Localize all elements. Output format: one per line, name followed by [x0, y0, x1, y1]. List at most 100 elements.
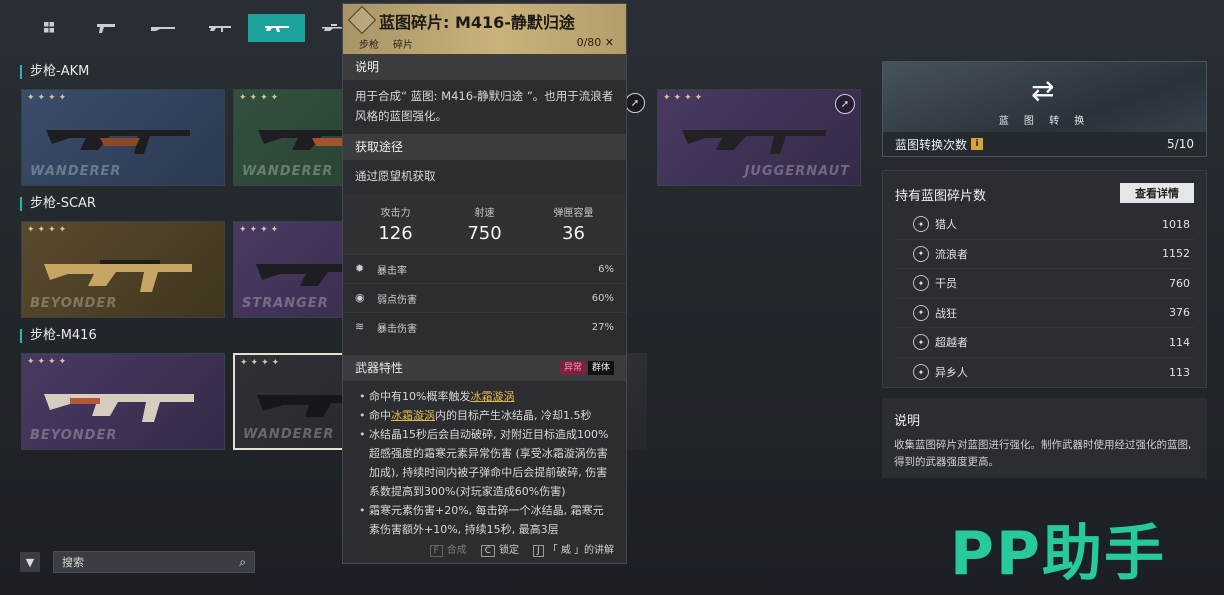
- stat-row-crit-damage: ≋ 暴击伤害 27%: [343, 312, 626, 341]
- source-header: 获取途径: [343, 134, 626, 160]
- rifle-image: [682, 130, 826, 154]
- weapon-card[interactable]: ✦✦✦✦ BEYONDER: [21, 221, 225, 318]
- trait-4: 霜寒元素伤害+20%, 每击碎一个冰结晶, 霜寒元素伤害额外+10%, 持续15…: [359, 501, 614, 539]
- hunter-faction-icon: ✦: [913, 216, 929, 233]
- crit-damage-icon: ≋: [355, 320, 365, 333]
- faction-row-stranger: ✦ 异乡人 113: [895, 358, 1194, 388]
- frost-vortex-link[interactable]: 冰霜漩涡: [391, 409, 435, 422]
- stat-row-weakspot: ◉ 弱点伤害 60%: [343, 283, 626, 312]
- trait-1: 命中有10%概率触发冰霜漩涡: [359, 387, 614, 406]
- rarity-stars: ✦✦✦✦: [239, 225, 282, 235]
- berserker-faction-icon: ✦: [913, 304, 929, 321]
- rarity-stars: ✦✦✦✦: [663, 93, 706, 103]
- description-panel: 说明 收集蓝图碎片对蓝图进行强化。制作武器时使用经过强化的蓝图, 得到的武器强度…: [882, 398, 1207, 478]
- tooltip-title: 蓝图碎片: M416-静默归途: [379, 13, 575, 32]
- traits-header: 武器特性 异常 群体: [343, 355, 626, 381]
- rifle-icon: [264, 26, 289, 32]
- smg-icon: [208, 26, 231, 32]
- operator-faction-icon: ✦: [913, 275, 929, 292]
- filter-button[interactable]: ▼: [20, 552, 40, 572]
- tag-fragment: 碎片: [393, 40, 413, 51]
- craft-action[interactable]: F 合成: [429, 541, 467, 557]
- main-stats: 攻击力 126 射速 750 弹匣容量 36: [343, 194, 626, 254]
- tab-rifle[interactable]: [248, 14, 305, 42]
- convert-arrows-icon: ⇄: [1031, 74, 1055, 107]
- weapon-card[interactable]: ✦✦✦✦ WANDERER: [21, 89, 225, 186]
- group-title-akm: 步枪-AKM: [20, 65, 89, 79]
- fragment-count: 0/80 ✕: [576, 36, 614, 49]
- search-input[interactable]: [62, 555, 240, 569]
- rifle-image: [46, 130, 190, 154]
- rarity-stars: ✦✦✦✦: [27, 93, 70, 103]
- group-title-scar: 步枪-SCAR: [20, 197, 96, 211]
- beyonder-faction-icon: ✦: [913, 334, 929, 351]
- style-brand: WANDERER: [242, 164, 334, 179]
- pistol-icon: [96, 24, 115, 33]
- weapon-card-edge: [627, 353, 647, 450]
- rifle-image: [44, 260, 192, 292]
- crit-rate-icon: ✹: [355, 262, 365, 275]
- tag-rifle: 步枪: [359, 40, 379, 51]
- watermark-logo: PP助手: [950, 519, 1166, 589]
- rarity-stars: ✦✦✦✦: [27, 225, 70, 235]
- blueprint-fragment-tooltip: 蓝图碎片: M416-静默归途 步枪 碎片 0/80 ✕ 说明 用于合成“ 蓝图…: [342, 3, 627, 564]
- description-header: 说明: [894, 414, 921, 429]
- grid-icon: [43, 22, 54, 33]
- weakspot-icon: ◉: [355, 291, 365, 304]
- explain-action[interactable]: J 「 威 」的讲解: [532, 541, 614, 557]
- faction-row-hunter: ✦ 猎人 1018: [895, 210, 1194, 240]
- search-box[interactable]: ⌕: [53, 551, 255, 573]
- wanderer-faction-icon: ✦: [913, 245, 929, 262]
- convert-count: 5/10: [1167, 137, 1194, 151]
- faction-row-operator: ✦ 干员 760: [895, 269, 1194, 299]
- weapon-card[interactable]: ✦✦✦✦ BEYONDER: [21, 353, 225, 450]
- owned-header: 持有蓝图碎片数 查看详情: [895, 182, 1194, 204]
- tooltip-footer: F 合成 C 锁定 J 「 威 」的讲解: [429, 541, 614, 557]
- faction-row-berserker: ✦ 战狂 376: [895, 299, 1194, 328]
- traits-list: 命中有10%概率触发冰霜漩涡 命中冰霜漩涡内的目标产生冰结晶, 冷却1.5秒 冰…: [343, 381, 626, 539]
- tab-smg[interactable]: [191, 14, 248, 42]
- stat-attack: 攻击力 126: [378, 208, 413, 244]
- tab-all[interactable]: [20, 14, 77, 42]
- fragment-icon: [347, 5, 377, 35]
- tab-pistol[interactable]: [77, 14, 134, 42]
- blueprint-convert-panel[interactable]: ⇄ 蓝 图 转 换 蓝图转换次数 i 5/10: [882, 61, 1207, 157]
- filter-icon: ▼: [25, 555, 35, 569]
- description-text: 收集蓝图碎片对蓝图进行强化。制作武器时使用经过强化的蓝图, 得到的武器强度更高。: [894, 439, 1192, 468]
- stat-magazine: 弹匣容量 36: [553, 208, 594, 244]
- unlock-icon[interactable]: ➚: [627, 93, 645, 113]
- style-brand: STRANGER: [242, 296, 329, 311]
- style-brand: BEYONDER: [30, 428, 118, 443]
- rifle-image: [44, 394, 194, 422]
- stat-row-crit-rate: ✹ 暴击率 6%: [343, 254, 626, 283]
- style-brand: WANDERER: [30, 164, 122, 179]
- desc-text: 用于合成“ 蓝图: M416-静默归途 ”。也用于流浪者风格的蓝图强化。: [355, 89, 614, 123]
- tooltip-header: 蓝图碎片: M416-静默归途 步枪 碎片 0/80 ✕: [343, 4, 626, 54]
- weapon-card[interactable]: ✦✦✦✦ ➚ JUGGERNAUT: [657, 89, 861, 186]
- rarity-stars: ✦✦✦✦: [240, 358, 283, 368]
- style-brand: WANDERER: [243, 427, 335, 442]
- faction-row-wanderer: ✦ 流浪者 1152: [895, 240, 1194, 269]
- tag-group: 群体: [587, 361, 614, 375]
- search-icon[interactable]: ⌕: [239, 555, 246, 570]
- tab-shotgun[interactable]: [134, 14, 191, 42]
- faction-row-beyonder: ✦ 超越者 114: [895, 328, 1194, 358]
- shotgun-icon: [150, 27, 175, 31]
- trait-2: 命中冰霜漩涡内的目标产生冰结晶, 冷却1.5秒: [359, 406, 614, 425]
- convert-count-row: 蓝图转换次数 i 5/10: [883, 132, 1206, 156]
- info-icon[interactable]: i: [971, 138, 984, 150]
- expand-icon: ✕: [604, 36, 614, 49]
- source-text: 通过愿望机获取: [355, 169, 436, 183]
- stranger-faction-icon: ✦: [913, 364, 929, 381]
- weapon-card-lock-area: ➚: [627, 89, 647, 186]
- rarity-stars: ✦✦✦✦: [239, 93, 282, 103]
- item-tags: 步枪 碎片: [355, 36, 417, 51]
- style-brand: JUGGERNAUT: [744, 164, 850, 179]
- view-details-button[interactable]: 查看详情: [1120, 182, 1194, 203]
- style-brand: BEYONDER: [30, 296, 118, 311]
- frost-vortex-link[interactable]: 冰霜漩涡: [470, 390, 514, 403]
- unlock-icon[interactable]: ➚: [835, 94, 855, 114]
- owned-fragments-panel: 持有蓝图碎片数 查看详情 ✦ 猎人 1018 ✦ 流浪者 1152 ✦ 干员 760 ✦ 战狂…: [882, 170, 1207, 388]
- lock-action[interactable]: C 锁定: [480, 541, 519, 557]
- rarity-stars: ✦✦✦✦: [27, 357, 70, 367]
